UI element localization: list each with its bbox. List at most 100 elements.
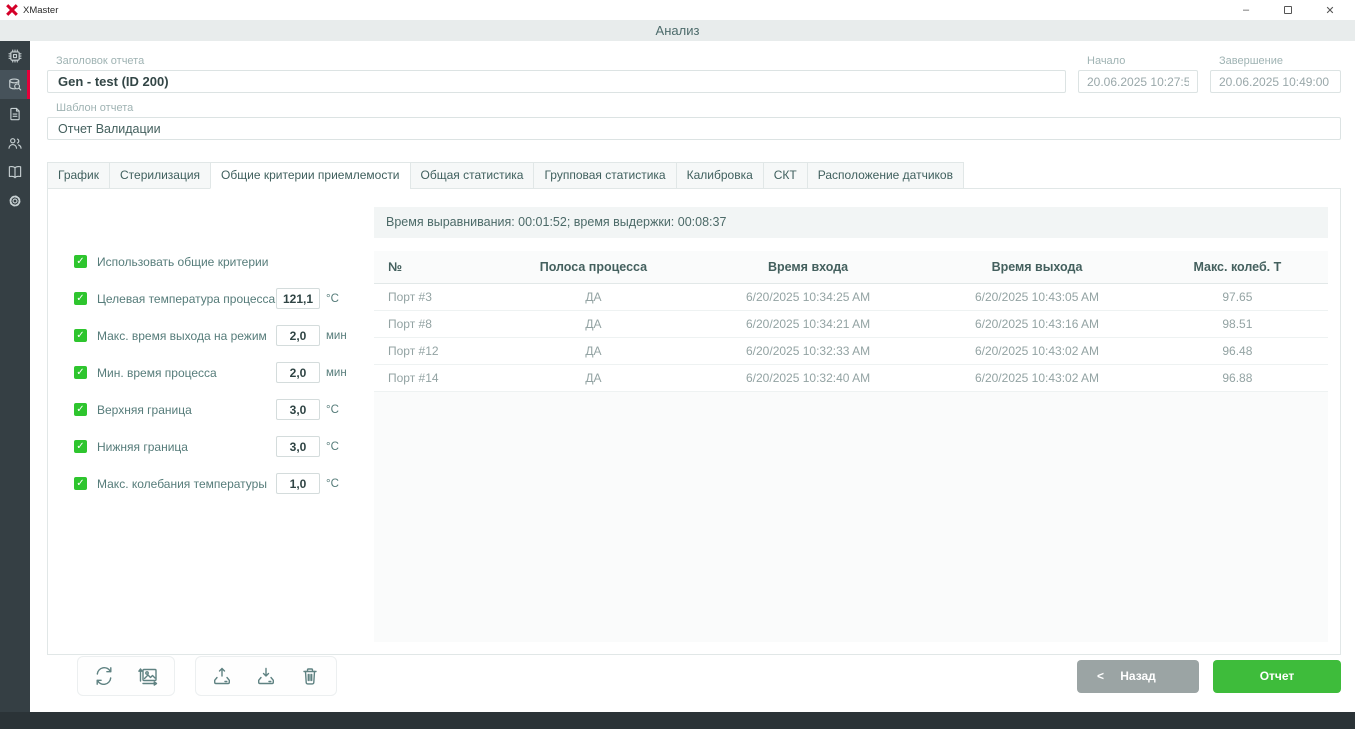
tab[interactable]: СКТ: [763, 162, 808, 189]
cell-band: ДА: [498, 365, 689, 392]
criteria-unit: °C: [326, 478, 350, 490]
checkbox[interactable]: [74, 366, 87, 379]
criteria-unit: °C: [326, 404, 350, 416]
criteria-value-input[interactable]: [276, 473, 320, 494]
criteria-label: Верхняя граница: [97, 403, 192, 417]
column-header: №: [374, 251, 498, 284]
sidebar-item-report[interactable]: [0, 99, 30, 128]
table-row[interactable]: Порт #8 ДА 6/20/2025 10:34:21 AM 6/20/20…: [374, 311, 1328, 338]
criteria-value-input[interactable]: [276, 325, 320, 346]
checkbox[interactable]: [74, 403, 87, 416]
column-header: Время входа: [689, 251, 928, 284]
app-logo: XMaster: [4, 4, 58, 16]
x-logo-icon: [6, 4, 18, 16]
app-window: XMaster – ✕ Анализ: [0, 0, 1355, 729]
criteria-value-group: °C: [276, 436, 350, 457]
criteria-row: Использовать общие критерии: [74, 243, 350, 280]
timing-summary: Время выравнивания: 00:01:52; время выде…: [374, 207, 1328, 238]
checkbox[interactable]: [74, 329, 87, 342]
trash-icon: [298, 664, 322, 688]
cell-time-in: 6/20/2025 10:34:21 AM: [689, 311, 928, 338]
report-title-input[interactable]: [47, 70, 1066, 93]
criteria-unit: мин: [326, 367, 350, 379]
checkbox[interactable]: [74, 292, 87, 305]
criteria-row: Макс. время выхода на режим мин: [74, 317, 350, 354]
criteria-panel: Использовать общие критерии Целевая темп…: [47, 188, 1341, 655]
cell-band: ДА: [498, 284, 689, 311]
sidebar-item-chip[interactable]: [0, 41, 30, 70]
table-row[interactable]: Порт #3 ДА 6/20/2025 10:34:25 AM 6/20/20…: [374, 284, 1328, 311]
cell-band: ДА: [498, 338, 689, 365]
criteria-row: Мин. время процесса мин: [74, 354, 350, 391]
start-time-input[interactable]: [1078, 70, 1198, 93]
cell-time-out: 6/20/2025 10:43:05 AM: [927, 284, 1146, 311]
back-button[interactable]: < Назад: [1077, 660, 1199, 693]
cell-port: Порт #3: [374, 284, 498, 311]
report-button[interactable]: Отчет: [1213, 660, 1341, 693]
end-time-input[interactable]: [1210, 70, 1341, 93]
sidebar-item-settings[interactable]: [0, 186, 30, 215]
column-header: Время выхода: [927, 251, 1146, 284]
refresh-button[interactable]: [90, 662, 118, 690]
criteria-value-input[interactable]: [276, 399, 320, 420]
sidebar-item-data-analysis[interactable]: [0, 70, 30, 99]
settings-icon: [6, 192, 24, 210]
sidebar-item-library[interactable]: [0, 157, 30, 186]
minimize-icon[interactable]: –: [1225, 0, 1267, 20]
cell-max-fluctuation: 96.88: [1147, 365, 1328, 392]
report-template-input[interactable]: [47, 117, 1341, 140]
criteria-value-group: °C: [276, 473, 350, 494]
cell-max-fluctuation: 96.48: [1147, 338, 1328, 365]
criteria-row: Нижняя граница °C: [74, 428, 350, 465]
window-controls: – ✕: [1225, 0, 1351, 20]
tab[interactable]: Общие критерии приемлемости: [210, 162, 410, 189]
criteria-label: Макс. колебания температуры: [97, 477, 267, 491]
restore-icon[interactable]: [1267, 0, 1309, 20]
upload-button[interactable]: [208, 662, 236, 690]
criteria-list: Использовать общие критерии Целевая темп…: [48, 189, 366, 654]
cell-time-in: 6/20/2025 10:34:25 AM: [689, 284, 928, 311]
criteria-label: Целевая температура процесса: [97, 292, 275, 306]
report-title-label: Заголовок отчета: [56, 55, 1066, 67]
results-table: №Полоса процессаВремя входаВремя выходаМ…: [374, 251, 1328, 392]
tab[interactable]: График: [47, 162, 110, 189]
criteria-row: Макс. колебания температуры °C: [74, 465, 350, 502]
close-icon[interactable]: ✕: [1309, 0, 1351, 20]
criteria-value-input[interactable]: [276, 288, 320, 309]
criteria-label: Макс. время выхода на режим: [97, 329, 267, 343]
tab[interactable]: Групповая статистика: [533, 162, 676, 189]
sidebar: [0, 41, 30, 712]
criteria-row: Целевая температура процесса °C: [74, 280, 350, 317]
tab[interactable]: Общая статистика: [410, 162, 535, 189]
upload-icon: [210, 664, 234, 688]
criteria-label: Мин. время процесса: [97, 366, 217, 380]
table-row[interactable]: Порт #12 ДА 6/20/2025 10:32:33 AM 6/20/2…: [374, 338, 1328, 365]
criteria-value-group: °C: [276, 288, 350, 309]
tab[interactable]: Калибровка: [676, 162, 764, 189]
tab[interactable]: Расположение датчиков: [807, 162, 964, 189]
table-row[interactable]: Порт #14 ДА 6/20/2025 10:32:40 AM 6/20/2…: [374, 365, 1328, 392]
download-button[interactable]: [252, 662, 280, 690]
checkbox[interactable]: [74, 477, 87, 490]
criteria-value-input[interactable]: [276, 362, 320, 383]
tab[interactable]: Стерилизация: [109, 162, 211, 189]
delete-button[interactable]: [296, 662, 324, 690]
criteria-value-input[interactable]: [276, 436, 320, 457]
refresh-icon: [92, 664, 116, 688]
criteria-value-group: мин: [276, 362, 350, 383]
back-button-label: Назад: [1120, 669, 1156, 683]
start-time-label: Начало: [1087, 55, 1198, 67]
criteria-unit: мин: [326, 330, 350, 342]
cell-band: ДА: [498, 311, 689, 338]
results-area: Время выравнивания: 00:01:52; время выде…: [366, 189, 1340, 654]
criteria-unit: °C: [326, 293, 350, 305]
criteria-unit: °C: [326, 441, 350, 453]
cell-max-fluctuation: 97.65: [1147, 284, 1328, 311]
checkbox[interactable]: [74, 255, 87, 268]
sidebar-item-users[interactable]: [0, 128, 30, 157]
export-image-button[interactable]: [134, 662, 162, 690]
app-name: XMaster: [23, 5, 58, 16]
cell-port: Порт #8: [374, 311, 498, 338]
back-arrow-icon: <: [1097, 669, 1104, 683]
checkbox[interactable]: [74, 440, 87, 453]
